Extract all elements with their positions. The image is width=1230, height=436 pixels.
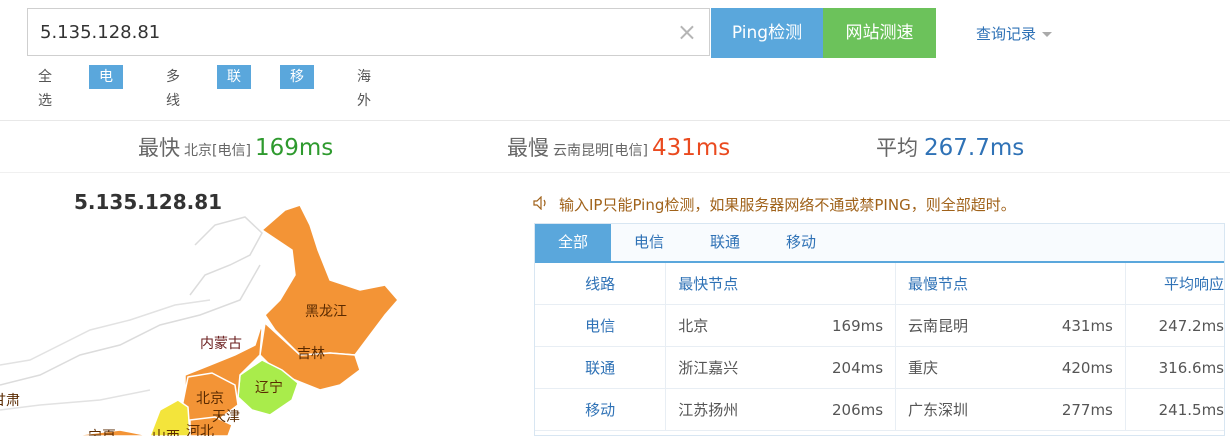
- table-header-row: 线路 最快节点 最慢节点 平均响应: [535, 263, 1224, 305]
- header-fastest-ms: [820, 263, 897, 305]
- query-history-dropdown[interactable]: 查询记录: [976, 23, 1053, 44]
- map-label-jilin: 吉林: [297, 346, 325, 362]
- header-fastest-node: 最快节点: [665, 263, 821, 305]
- divider: [0, 172, 1230, 173]
- table-row: 电信 北京 169ms 云南昆明 431ms 247.2ms: [535, 304, 1224, 347]
- stat-fastest-label: 最快: [138, 136, 180, 160]
- result-panel: 全部 电信 联通 移动 线路 最快节点 最慢节点 平均响应 电信 北京 169m…: [534, 223, 1225, 436]
- caret-down-icon: [1042, 32, 1053, 37]
- map-label-neimenggu: 内蒙古: [200, 336, 242, 352]
- stat-fastest: 最快 北京[电信] 169ms: [138, 132, 333, 164]
- stat-fastest-location: 北京[电信]: [184, 143, 251, 159]
- row-slow-node: 重庆: [895, 346, 1051, 389]
- row-fast-ms: 169ms: [820, 304, 897, 347]
- stat-slowest-label: 最慢: [507, 136, 549, 160]
- filter-all[interactable]: 全选: [28, 65, 62, 109]
- row-avg: 247.2ms: [1125, 304, 1224, 347]
- map-border: [0, 299, 211, 366]
- header-line: 线路: [535, 263, 667, 305]
- speaker-icon: [533, 195, 549, 214]
- header-slowest-node: 最慢节点: [895, 263, 1051, 305]
- stat-average-value: 267.7ms: [924, 135, 1025, 161]
- row-fast-ms: 206ms: [820, 388, 897, 431]
- map-border: [189, 216, 263, 296]
- map-label-tianjin: 天津: [212, 409, 240, 425]
- row-line[interactable]: 移动: [535, 388, 667, 431]
- stat-average-label: 平均: [876, 136, 918, 160]
- stat-slowest: 最慢 云南昆明[电信] 431ms: [507, 132, 730, 164]
- table-row: 联通 浙江嘉兴 204ms 重庆 420ms 316.6ms: [535, 346, 1224, 389]
- row-avg: 241.5ms: [1125, 388, 1224, 431]
- clear-icon[interactable]: ×: [677, 19, 697, 45]
- map-label-beijing: 北京: [196, 391, 224, 407]
- map-region-heilongjiang: [260, 205, 399, 356]
- table-row: 移动 江苏扬州 206ms 广东深圳 277ms 241.5ms: [535, 388, 1224, 431]
- row-fast-ms: 204ms: [820, 346, 897, 389]
- header-average: 平均响应: [1125, 263, 1224, 305]
- result-tabs: 全部 电信 联通 移动: [535, 224, 1224, 263]
- filter-telecom[interactable]: 电信: [89, 65, 123, 109]
- stat-slowest-value: 431ms: [651, 135, 731, 161]
- divider: [0, 120, 1230, 121]
- site-speed-button[interactable]: 网站测速: [823, 8, 936, 58]
- map-label-gansu: 甘肃: [0, 393, 20, 409]
- map-label-hebei: 河北: [186, 424, 214, 436]
- filter-unicom[interactable]: 联通: [217, 65, 251, 109]
- row-slow-ms: 277ms: [1050, 388, 1126, 431]
- row-line[interactable]: 电信: [535, 304, 667, 347]
- row-slow-ms: 420ms: [1050, 346, 1126, 389]
- row-fast-node: 江苏扬州: [665, 388, 821, 431]
- tab-all[interactable]: 全部: [535, 224, 611, 261]
- stat-average: 平均 267.7ms: [876, 132, 1024, 164]
- row-slow-node: 云南昆明: [895, 304, 1051, 347]
- filter-mobile[interactable]: 移动: [280, 65, 314, 109]
- map-border: [0, 389, 151, 411]
- query-history-label: 查询记录: [976, 25, 1037, 43]
- tab-mobile[interactable]: 移动: [763, 224, 839, 261]
- search-box: ×: [27, 8, 710, 56]
- row-avg: 316.6ms: [1125, 346, 1224, 389]
- stat-slowest-location: 云南昆明[电信]: [553, 143, 648, 159]
- tab-telecom[interactable]: 电信: [611, 224, 687, 261]
- ping-check-button[interactable]: Ping检测: [711, 8, 823, 58]
- row-fast-node: 浙江嘉兴: [665, 346, 821, 389]
- row-slow-node: 广东深圳: [895, 388, 1051, 431]
- filter-multiline[interactable]: 多线: [156, 65, 190, 109]
- result-table: 线路 最快节点 最慢节点 平均响应 电信 北京 169ms 云南昆明 431ms…: [535, 263, 1224, 431]
- map-label-ningxia: 宁夏: [88, 428, 116, 436]
- row-fast-node: 北京: [665, 304, 821, 347]
- search-input[interactable]: [40, 9, 660, 55]
- china-map: 黑龙江 吉林 辽宁 内蒙古 北京 天津 河北 山西 宁夏 甘肃: [0, 205, 399, 436]
- notice: 输入IP只能Ping检测，如果服务器网络不通或禁PING，则全部超时。: [533, 194, 1016, 215]
- row-slow-ms: 431ms: [1050, 304, 1126, 347]
- map-label-shanxi: 山西: [152, 429, 180, 436]
- map-label-heilongjiang: 黑龙江: [305, 304, 347, 320]
- row-line[interactable]: 联通: [535, 346, 667, 389]
- filter-overseas[interactable]: 海外: [347, 65, 381, 109]
- notice-text: 输入IP只能Ping检测，如果服务器网络不通或禁PING，则全部超时。: [559, 196, 1016, 214]
- tab-unicom[interactable]: 联通: [687, 224, 763, 261]
- map-label-liaoning: 辽宁: [255, 379, 283, 396]
- header-slowest-ms: [1050, 263, 1126, 305]
- stat-fastest-value: 169ms: [254, 135, 334, 161]
